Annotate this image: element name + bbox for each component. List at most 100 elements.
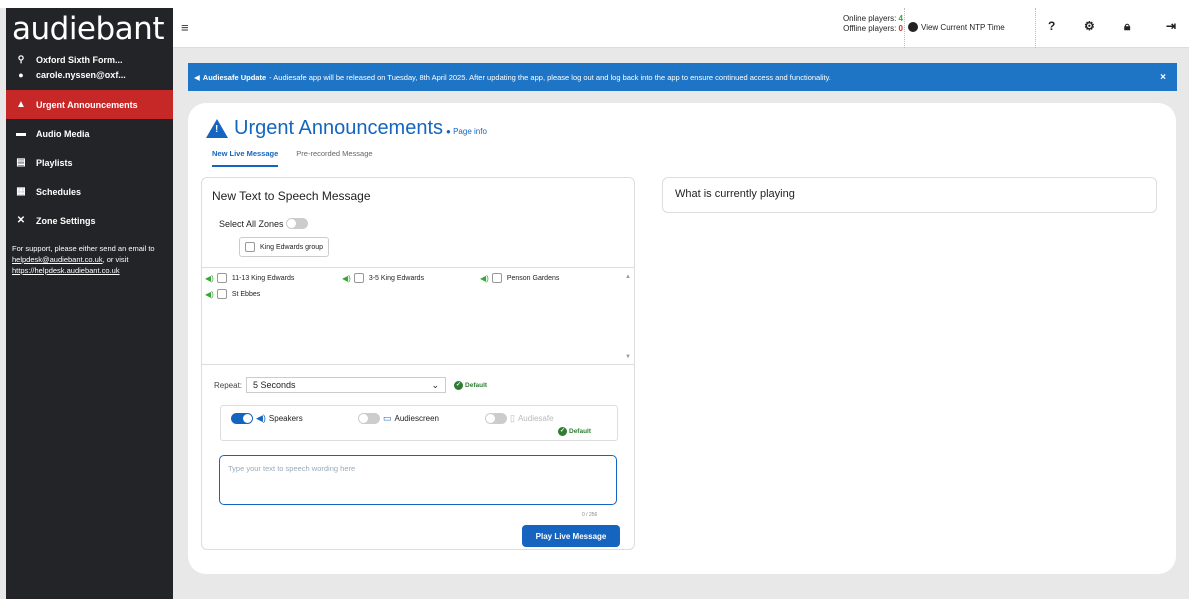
player-status: Online players: 4 Offline players: 0 (813, 14, 903, 34)
zone-label: 3-5 King Edwards (368, 274, 425, 282)
sidebar-item-zone-settings[interactable]: ✕ Zone Settings (6, 206, 173, 235)
warning-icon: ! (206, 119, 228, 138)
character-counter: 0 / 256 (582, 512, 598, 518)
sidebar-item-schedules[interactable]: ▦ Schedules (6, 177, 173, 206)
sidebar-item-urgent-announcements[interactable]: ▲ Urgent Announcements (6, 90, 173, 119)
sidebar-item-audio-media[interactable]: ▬ Audio Media (6, 119, 173, 148)
site-row[interactable]: ⚲ Oxford Sixth Form... (6, 52, 173, 67)
output-options: ◀) Speakers ▭ Audiescreen ▯ Audiesafe ✓ D… (220, 405, 618, 441)
output-label: Speakers (268, 414, 303, 423)
tab-pre-recorded-message[interactable]: Pre-recorded Message (296, 149, 372, 167)
scroll-down-arrow[interactable]: ▼ (625, 354, 631, 360)
speaker-icon: ◀) (480, 273, 489, 283)
play-live-message-button[interactable]: Play Live Message (522, 525, 620, 547)
support-email-link[interactable]: helpdesk@audiebant.co.uk (12, 255, 103, 264)
user-row[interactable]: ● carole.nyssen@oxf... (6, 67, 173, 82)
calendar-icon: ▦ (16, 186, 26, 197)
sidebar-item-playlists[interactable]: ▤ Playlists (6, 148, 173, 177)
speaker-icon: ◀) (205, 273, 214, 283)
zone-checkbox[interactable] (216, 273, 227, 283)
user-icon: ● (18, 69, 24, 80)
zone-checkbox[interactable] (216, 289, 227, 299)
audiescreen-toggle[interactable] (358, 413, 380, 424)
user-info: ⚲ Oxford Sixth Form... ● carole.nyssen@o… (6, 50, 173, 82)
location-pin-icon: ⚲ (17, 54, 25, 64)
zone-label: 11-13 King Edwards (231, 274, 295, 282)
group-label: King Edwards group (260, 243, 324, 251)
output-audiesafe[interactable]: ▯ Audiesafe (483, 413, 554, 424)
lock-icon[interactable]: 🔒︎ (1124, 19, 1130, 34)
header-divider (904, 8, 905, 48)
check-icon: ✓ (558, 427, 567, 436)
repeat-row: Repeat: 5 Seconds ⌄ ✓ Default (214, 377, 487, 393)
tts-text-input[interactable]: Type your text to speech wording here (219, 455, 617, 505)
tab-new-live-message[interactable]: New Live Message (212, 149, 279, 167)
user-email: carole.nyssen@oxf... (36, 69, 126, 80)
sidebar: audiebant ⚲ Oxford Sixth Form... ● carol… (6, 8, 173, 599)
tabs: New Live Message Pre-recorded Message (212, 149, 391, 167)
help-icon[interactable]: ? (1048, 19, 1055, 33)
support-site-link[interactable]: https://helpdesk.audiebant.co.uk (12, 266, 120, 275)
hamburger-icon[interactable]: ≡ (181, 20, 189, 35)
support-intro: For support, please either send an email… (12, 244, 155, 253)
ntp-label: View Current NTP Time (921, 22, 1005, 32)
user-settings-icon[interactable]: ⚙ (1084, 19, 1095, 33)
select-all-label: Select All Zones (219, 218, 284, 229)
zone-item[interactable]: ◀) Penson Gardens (480, 273, 559, 283)
check-icon: ✓ (454, 380, 464, 390)
app-logo[interactable]: audiebant (6, 8, 173, 50)
sidebar-item-label: Audio Media (36, 128, 90, 139)
site-name: Oxford Sixth Form... (36, 54, 123, 65)
phone-icon: ▯ (510, 413, 515, 423)
zone-checkbox[interactable] (491, 273, 502, 283)
output-audiescreen[interactable]: ▭ Audiescreen (356, 413, 439, 424)
repeat-label: Repeat: (214, 380, 243, 390)
header-divider (1035, 8, 1036, 48)
page-info-label: Page info (453, 127, 487, 136)
main-card: ! Urgent Announcements ● Page info New L… (188, 103, 1176, 574)
select-all-zones: Select All Zones (219, 218, 308, 229)
laptop-icon: ▭ (383, 413, 392, 423)
close-icon[interactable]: × (1160, 72, 1166, 83)
checkbox[interactable] (245, 242, 255, 252)
clock-icon (908, 22, 918, 32)
online-count: 4 (898, 14, 903, 23)
warning-icon: ▲ (16, 99, 26, 110)
ntp-time-button[interactable]: View Current NTP Time (908, 22, 1005, 32)
tools-icon: ✕ (16, 215, 26, 226)
output-speakers[interactable]: ◀) Speakers (229, 413, 303, 424)
speaker-icon: ◀) (342, 273, 351, 283)
offline-count: 0 (898, 24, 903, 33)
now-playing-heading: What is currently playing (675, 188, 795, 200)
zone-item[interactable]: ◀) 11-13 King Edwards (205, 273, 294, 283)
speakers-toggle[interactable] (231, 413, 253, 424)
sidebar-item-label: Zone Settings (36, 215, 96, 226)
tts-heading: New Text to Speech Message (212, 189, 371, 203)
sidebar-item-label: Urgent Announcements (36, 99, 138, 110)
audiesafe-toggle[interactable] (485, 413, 507, 424)
zone-list[interactable]: ◀) 11-13 King Edwards ◀) 3-5 King Edward… (202, 267, 634, 365)
logout-icon[interactable]: ⇥ (1166, 19, 1176, 33)
zone-label: Penson Gardens (506, 274, 560, 282)
top-header: ≡ Online players: 4 Offline players: 0 V… (173, 8, 1189, 48)
scroll-up-arrow[interactable]: ▲ (625, 274, 631, 280)
sidebar-nav: ▲ Urgent Announcements ▬ Audio Media ▤ P… (6, 90, 173, 235)
select-all-toggle[interactable] (285, 218, 308, 229)
now-playing-panel: What is currently playing (662, 177, 1157, 213)
default-label: Default (569, 428, 592, 435)
zone-item[interactable]: ◀) St Ebbes (205, 289, 260, 299)
zone-label: St Ebbes (231, 290, 261, 298)
default-label: Default (465, 381, 488, 389)
support-mid: , or visit (102, 255, 129, 264)
page-title-row: ! Urgent Announcements ● Page info (206, 117, 487, 140)
page-info-link[interactable]: ● Page info (446, 127, 487, 136)
offline-label: Offline players: (843, 24, 897, 33)
sidebar-item-label: Playlists (36, 157, 73, 168)
zone-item[interactable]: ◀) 3-5 King Edwards (342, 273, 424, 283)
online-label: Online players: (842, 14, 897, 23)
repeat-select[interactable]: 5 Seconds ⌄ (246, 377, 447, 393)
banner-text: - Audiesafe app will be released on Tues… (269, 72, 831, 82)
zone-checkbox[interactable] (353, 273, 364, 283)
zone-group-checkbox[interactable]: King Edwards group (239, 237, 330, 257)
update-banner: ◀ Audiesafe Update - Audiesafe app will … (188, 63, 1177, 91)
